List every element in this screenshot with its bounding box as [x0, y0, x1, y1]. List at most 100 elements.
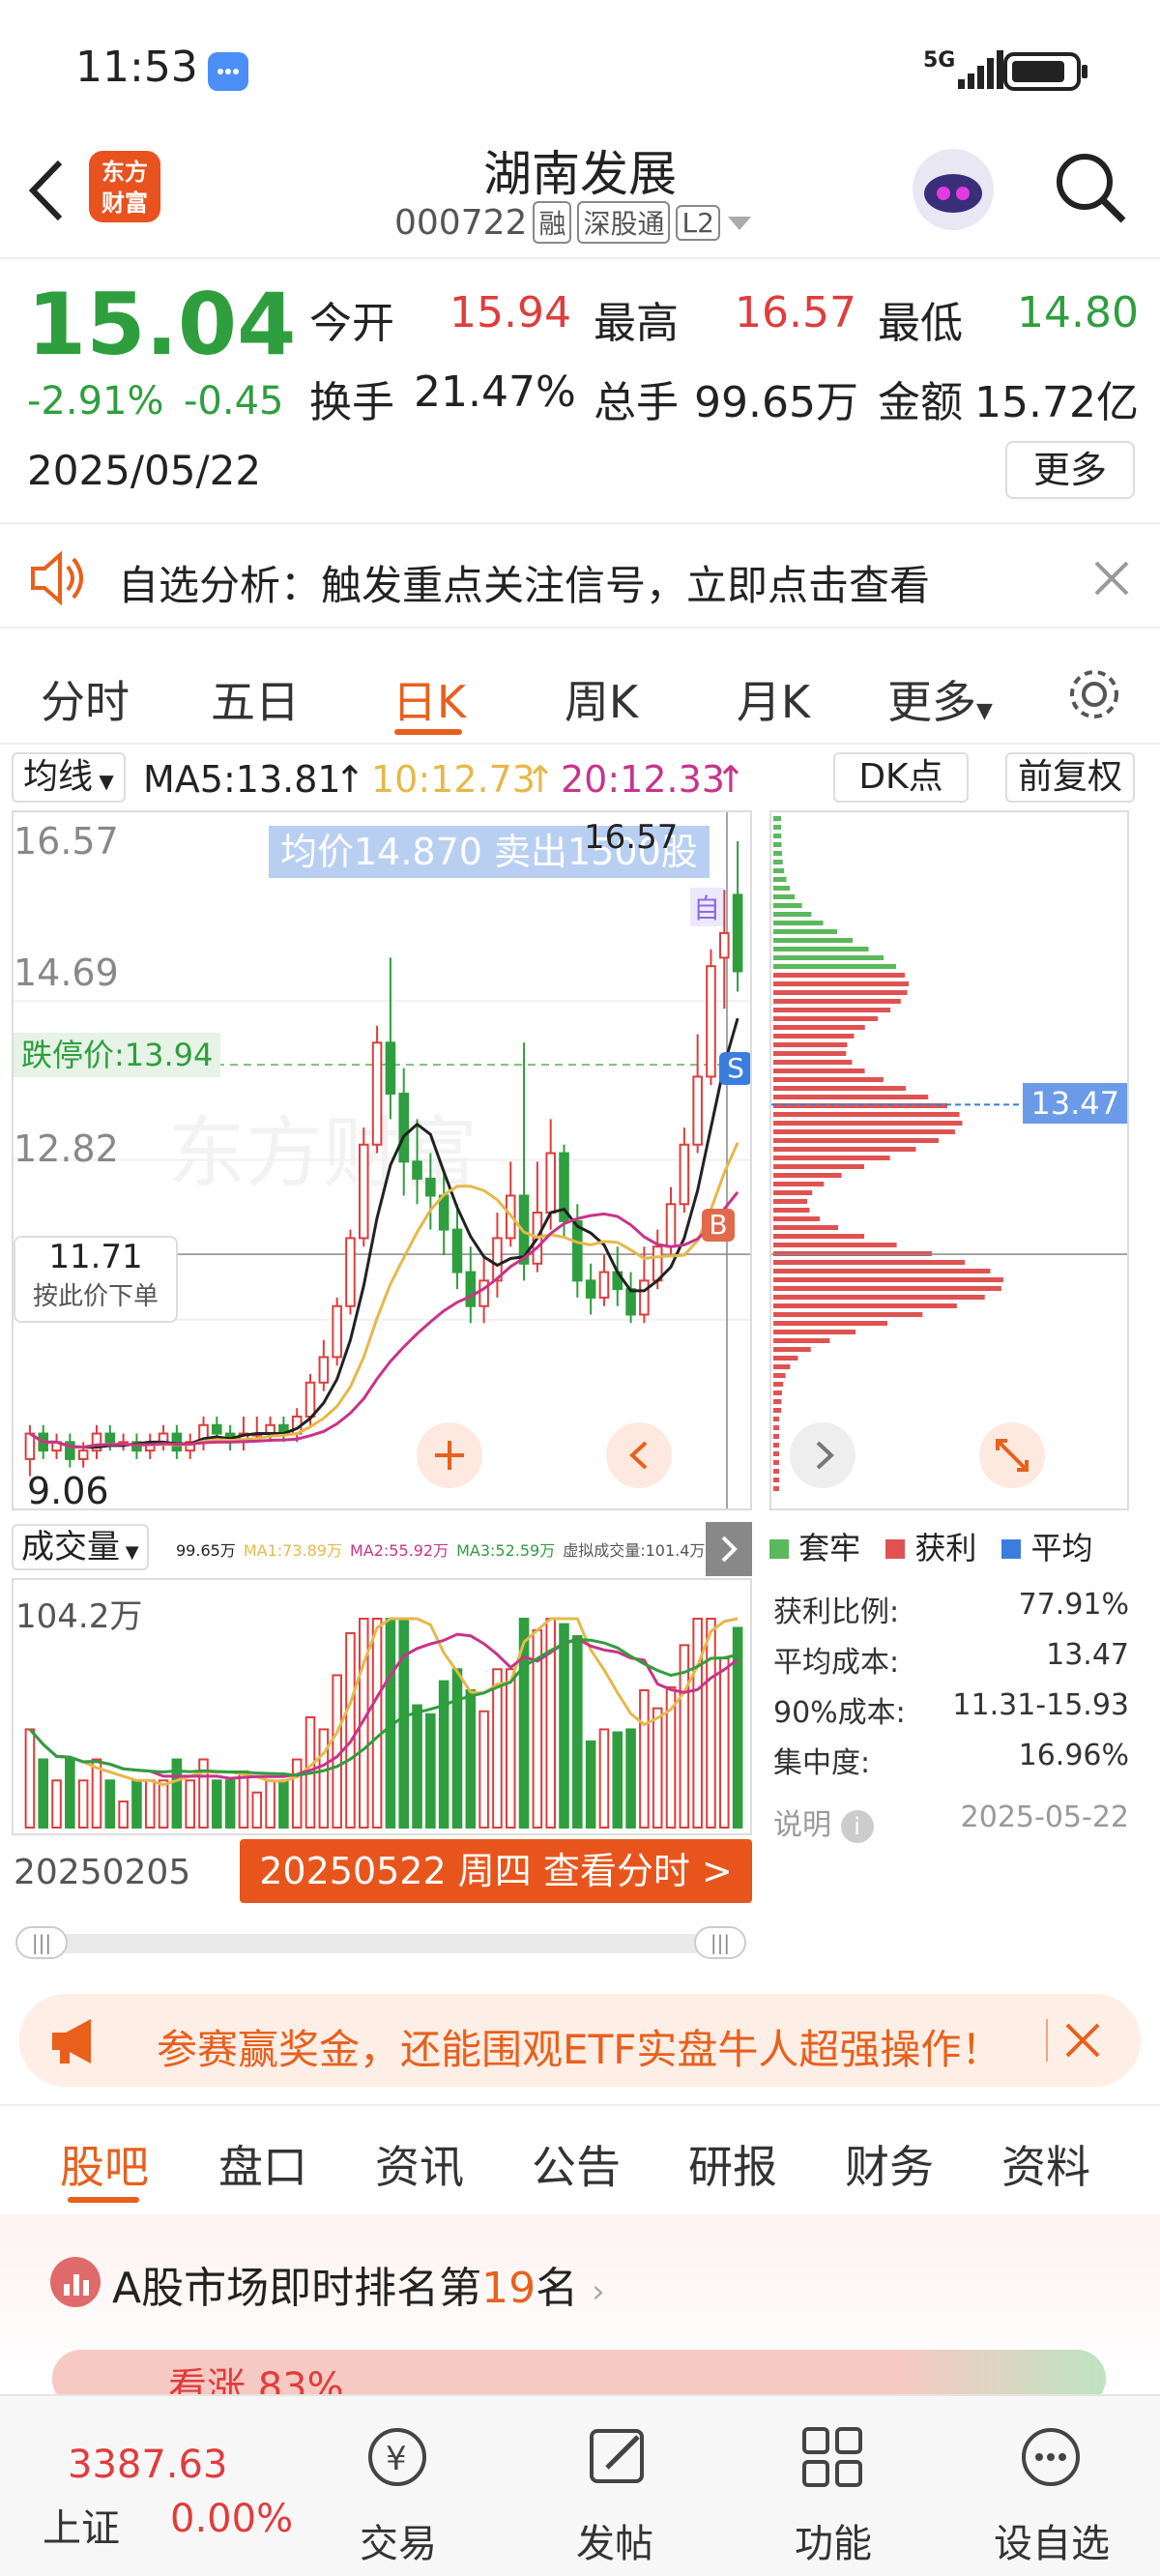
volume-bar — [652, 1707, 663, 1829]
chip-bar — [773, 1121, 963, 1126]
chip-bar — [773, 1478, 779, 1482]
ma-legend-row: 均线 ▼ MA5:13.81 ↑ 10:12.73 ↑ 20:12.33 ↑ D… — [0, 746, 1160, 810]
analysis-notice[interactable]: 自选分析：触发重点关注信号，立即点击查看 — [0, 522, 1160, 629]
chip-bar — [773, 1077, 884, 1082]
volume-bar — [478, 1710, 489, 1829]
volume-bar — [158, 1779, 169, 1830]
legend-average: 平均 — [1001, 1524, 1093, 1568]
functions-icon[interactable] — [798, 2423, 866, 2491]
chip-bar — [773, 1086, 906, 1091]
range-handle-right[interactable]: ||| — [694, 1926, 746, 1959]
index-name[interactable]: 上证 — [43, 2497, 120, 2553]
chip-bar — [773, 1216, 820, 1221]
volume-chart[interactable]: 104.2万 — [12, 1578, 752, 1835]
adjust-select[interactable]: 前复权 — [1005, 752, 1135, 803]
index-value[interactable]: 3387.63 — [68, 2443, 227, 2487]
rank-section[interactable]: A股市场即时排名第19名 › 看涨 83% — [0, 2214, 1160, 2408]
nav-trade[interactable]: 交易 — [331, 2512, 466, 2568]
zoom-in-icon[interactable] — [416, 1421, 483, 1489]
settings-gear-icon[interactable] — [1063, 663, 1125, 725]
scroll-left-icon[interactable] — [605, 1421, 673, 1489]
more-button[interactable]: 更多 — [1005, 441, 1135, 499]
volume-bar — [51, 1779, 62, 1830]
self-select-marker: 自 — [690, 888, 723, 926]
quote-date: 2025/05/22 — [27, 447, 262, 494]
kline-chart[interactable]: 东方财富 16.57 14.69 12.82 9.06 均价14.870 卖出1… — [12, 810, 752, 1510]
tab-finance[interactable]: 财务 — [845, 2132, 934, 2196]
post-icon[interactable] — [584, 2423, 652, 2491]
volume-indicator-select[interactable]: 成交量 ▼ — [12, 1524, 149, 1570]
status-bar: 11:53 5G — [0, 0, 1160, 135]
chip-bar — [773, 1060, 853, 1065]
chip-bar — [773, 981, 910, 986]
volume-bar — [65, 1758, 75, 1829]
tab-research[interactable]: 研报 — [688, 2132, 777, 2196]
chip-bar — [773, 1164, 865, 1169]
tab-daily-k[interactable]: 日K — [362, 667, 497, 731]
tab-five-day[interactable]: 五日 — [188, 667, 323, 731]
tab-forum[interactable]: 股吧 — [60, 2132, 149, 2196]
chip-bar — [773, 1408, 782, 1413]
volume-bar — [639, 1689, 650, 1829]
indicator-label: 均线 — [23, 757, 94, 797]
tab-news[interactable]: 资讯 — [375, 2132, 464, 2196]
nav-post[interactable]: 发帖 — [547, 2512, 682, 2568]
candle-body — [585, 1279, 596, 1299]
volume-bar — [425, 1712, 436, 1829]
view-intraday-button[interactable]: 20250522 周四 查看分时 > — [240, 1839, 752, 1903]
indicator-select[interactable]: 均线 ▼ — [12, 752, 126, 803]
chip-next-icon[interactable] — [789, 1421, 856, 1489]
high-label: 最高 — [594, 299, 679, 348]
limit-down-label: 跌停价:13.94 — [14, 1033, 221, 1077]
trade-icon[interactable]: ¥ — [363, 2423, 431, 2491]
nav-add-watchlist[interactable]: 设自选 — [984, 2512, 1119, 2568]
tab-announcements[interactable]: 公告 — [532, 2132, 621, 2196]
dk-point-button[interactable]: DK点 — [833, 752, 969, 803]
candle-body — [438, 1194, 450, 1231]
promo-close-icon[interactable] — [1063, 2021, 1102, 2060]
volume-bar — [345, 1631, 356, 1830]
robot-assistant-icon[interactable] — [909, 145, 998, 234]
index-change[interactable]: 0.00% — [170, 2497, 293, 2541]
close-icon[interactable] — [1092, 559, 1131, 598]
note-link[interactable]: 说明 i — [773, 1800, 874, 1843]
chip-bar — [773, 1112, 960, 1117]
range-handle-left[interactable]: ||| — [15, 1926, 68, 1959]
volume-bar — [144, 1779, 156, 1830]
expand-icon[interactable] — [978, 1421, 1046, 1489]
stock-header: 东方 财富 湖南发展 000722 融 深股通 L2 — [0, 135, 1160, 259]
high-value: 16.57 — [735, 288, 856, 337]
chip-bar — [773, 1173, 842, 1178]
promo-banner[interactable]: 参赛赢奖金，还能围观ETF实盘牛人超强操作！ — [19, 1994, 1141, 2087]
cursor-hint: 按此价下单 — [32, 1282, 159, 1311]
tab-weekly-k[interactable]: 周K — [534, 667, 669, 731]
candle-body — [345, 1237, 356, 1307]
nav-functions[interactable]: 功能 — [766, 2512, 901, 2568]
stock-code-row[interactable]: 000722 融 深股通 L2 — [394, 201, 753, 244]
chip-bar — [773, 816, 782, 821]
volume-bar — [104, 1779, 116, 1830]
candle-body — [24, 1432, 36, 1460]
tab-more[interactable]: 更多▼ — [887, 667, 1003, 731]
cursor-price-box[interactable]: 11.71 按此价下单 — [14, 1236, 178, 1323]
collapse-arrow-icon[interactable] — [706, 1522, 752, 1576]
volume-bar — [612, 1731, 624, 1829]
tab-intraday[interactable]: 分时 — [17, 667, 153, 731]
chip-bar — [773, 1034, 855, 1039]
range-scrollbar[interactable]: ||| ||| — [15, 1926, 746, 1959]
chip-distribution[interactable]: 13.47 — [769, 810, 1129, 1510]
add-watchlist-icon[interactable] — [1017, 2423, 1085, 2491]
chip-bar — [773, 1008, 891, 1012]
tab-orderbook[interactable]: 盘口 — [218, 2132, 307, 2196]
chip-bar — [773, 1382, 784, 1387]
tab-monthly-k[interactable]: 月K — [706, 667, 841, 731]
chip-bar — [773, 1225, 838, 1230]
tab-profile[interactable]: 资料 — [1001, 2132, 1090, 2196]
chip-bar — [773, 1295, 985, 1300]
search-icon[interactable] — [1052, 149, 1129, 226]
volume-bar — [265, 1779, 276, 1830]
volume-bar — [38, 1758, 49, 1829]
network-type: 5G — [923, 48, 956, 73]
legend-trapped: 套牢 — [769, 1524, 860, 1568]
chip-bar — [773, 1042, 848, 1047]
